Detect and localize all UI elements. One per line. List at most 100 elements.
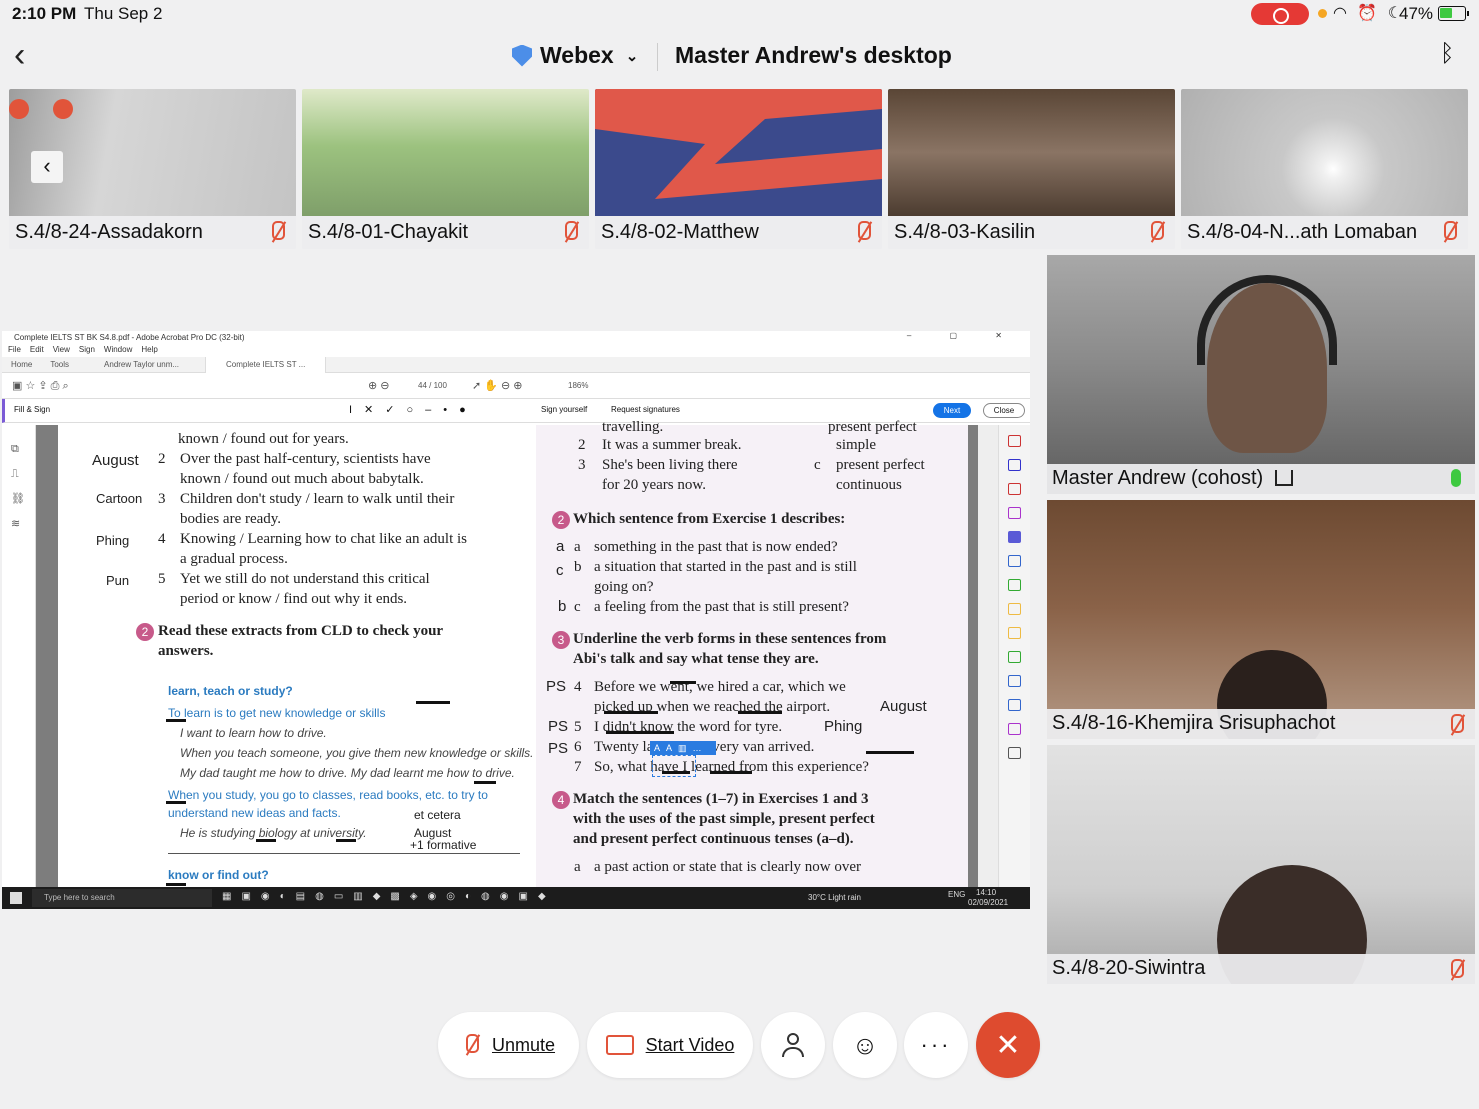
taskbar-time[interactable]: 14:10: [976, 888, 996, 897]
mic-muted-icon: [1440, 221, 1458, 243]
mic-muted-icon: [561, 221, 579, 243]
taskbar-search[interactable]: Type here to search: [32, 889, 212, 907]
strip-prev-button[interactable]: ‹: [31, 151, 63, 183]
menu-view[interactable]: View: [53, 345, 70, 357]
page-indicator[interactable]: 44 / 100: [418, 381, 447, 390]
participant-tile[interactable]: S.4/8-03-Kasilin: [888, 89, 1175, 249]
item-number: 5: [574, 719, 582, 735]
window-controls[interactable]: – ▢ ✕: [907, 331, 1020, 340]
handwritten-note: August: [92, 452, 139, 469]
tool-icon[interactable]: [1008, 483, 1021, 495]
annotation-stroke: [416, 701, 450, 704]
save-icon[interactable]: ▣ ☆ ⇪ ⎙ ⌕: [12, 379, 69, 393]
doc-line: known / found out much about babytalk.: [180, 471, 424, 487]
menu-help[interactable]: Help: [141, 345, 157, 357]
tab-doc-2[interactable]: Complete IELTS ST ...: [205, 356, 327, 373]
acrobat-menu-bar: File Edit View Sign Window Help: [2, 345, 1030, 357]
participant-tile[interactable]: ‹ S.4/8-24-Assadakorn: [9, 89, 296, 249]
page-nav-icons[interactable]: ⊕ ⊖: [368, 379, 390, 392]
tool-icon[interactable]: [1008, 579, 1021, 591]
zoom-level[interactable]: 186%: [568, 381, 588, 390]
menu-edit[interactable]: Edit: [30, 345, 44, 357]
nav-icons[interactable]: ⧉ ⎍ ⛓ ≋: [11, 437, 25, 537]
windows-start-icon[interactable]: [10, 892, 22, 904]
unmute-button[interactable]: Unmute: [438, 1012, 579, 1078]
text-annotation-toolbar[interactable]: AA▥…: [650, 741, 716, 755]
taskbar-app-icons[interactable]: ▦▣◉◐▤◍▭▥◆▩◈◉◎◐◍◉▣◆: [222, 891, 556, 902]
annotation-stroke: [604, 711, 658, 714]
comment-tool-icon[interactable]: [1008, 627, 1021, 639]
leave-meeting-button[interactable]: ✕: [976, 1012, 1040, 1078]
item-number: 6: [574, 739, 582, 755]
participant-video-panel[interactable]: S.4/8-16-Khemjira Srisuphachot: [1047, 500, 1475, 739]
tool-icon[interactable]: [1008, 603, 1021, 615]
participant-tile[interactable]: S.4/8-04-N...ath Lomaban: [1181, 89, 1468, 249]
box-example: My dad taught me how to drive. My dad le…: [180, 766, 515, 780]
participant-strip[interactable]: ‹ S.4/8-24-Assadakorn S.4/8-01-Chayakit …: [0, 89, 1479, 249]
more-options-button[interactable]: ···: [904, 1012, 968, 1078]
close-button[interactable]: Close: [983, 403, 1025, 418]
window-title: Complete IELTS ST BK S4.8.pdf - Adobe Ac…: [14, 333, 245, 342]
fill-sign-tool-icon[interactable]: [1008, 531, 1021, 543]
menu-window[interactable]: Window: [104, 345, 132, 357]
item-number: 4: [574, 679, 582, 695]
tool-icon[interactable]: [1008, 723, 1021, 735]
protect-tool-icon[interactable]: [1008, 675, 1021, 687]
reactions-button[interactable]: ☺: [833, 1012, 897, 1078]
recording-indicator[interactable]: [1251, 3, 1309, 25]
annotation-stroke: [336, 839, 356, 842]
doc-line: present perfect: [836, 457, 925, 473]
tab-doc-1[interactable]: Andrew Taylor unm...: [78, 360, 205, 369]
tool-icon[interactable]: [1008, 435, 1021, 447]
doc-line: a gradual process.: [180, 551, 288, 567]
sign-yourself-button[interactable]: Sign yourself: [541, 405, 587, 414]
webex-menu[interactable]: Webex ⌄: [512, 42, 638, 69]
tool-icon[interactable]: [1008, 555, 1021, 567]
host-video-panel[interactable]: Master Andrew (cohost): [1047, 255, 1475, 494]
taskbar-language[interactable]: ENG: [948, 890, 965, 899]
app-name: Webex: [540, 42, 614, 68]
left-nav-rail[interactable]: ⧉ ⎍ ⛓ ≋: [2, 425, 36, 887]
fill-sign-tools[interactable]: I✕✓○–•●: [349, 403, 478, 416]
taskbar-date[interactable]: 02/09/2021: [968, 898, 1008, 907]
item-number: 3: [158, 491, 166, 507]
smiley-icon: ☺: [851, 1029, 879, 1060]
tool-icon[interactable]: [1008, 459, 1021, 471]
doc-line: known / found out for years.: [178, 431, 349, 447]
option-letter: b: [574, 559, 582, 575]
next-button[interactable]: Next: [933, 403, 971, 418]
pdf-viewport[interactable]: ⧉ ⎍ ⛓ ≋ known / found out for years. August…: [2, 419, 1030, 887]
meeting-header: ‹ Webex ⌄ Master Andrew's desktop ᛒ: [0, 28, 1479, 86]
pdf-page[interactable]: known / found out for years. August 2 Ov…: [58, 419, 968, 887]
right-tools-rail[interactable]: [998, 425, 1030, 887]
participant-video-panel[interactable]: S.4/8-20-Siwintra: [1047, 745, 1475, 984]
participant-name: S.4/8-20-Siwintra: [1052, 957, 1206, 979]
video-feed: [595, 89, 882, 216]
acrobat-toolbar: ▣ ☆ ⇪ ⎙ ⌕ ⊕ ⊖ 44 / 100 ➚ ✋ ⊖ ⊕ 186%: [2, 373, 1030, 399]
tab-tools[interactable]: Tools: [41, 360, 78, 369]
back-chevron-icon[interactable]: ‹: [14, 38, 25, 72]
participant-name: S.4/8-03-Kasilin: [894, 221, 1036, 243]
tool-icon[interactable]: [1008, 507, 1021, 519]
annotation-stroke: [710, 771, 752, 774]
tab-home[interactable]: Home: [2, 360, 41, 369]
tool-icon[interactable]: [1008, 699, 1021, 711]
page-gutter: [968, 425, 978, 887]
scrollbar[interactable]: [978, 425, 998, 887]
shared-screen[interactable]: Complete IELTS ST BK S4.8.pdf - Adobe Ac…: [2, 331, 1030, 909]
select-hand-zoom-icons[interactable]: ➚ ✋ ⊖ ⊕: [472, 379, 523, 392]
exercise-badge: 2: [136, 623, 154, 641]
menu-sign[interactable]: Sign: [79, 345, 95, 357]
tool-icon[interactable]: [1008, 651, 1021, 663]
bluetooth-icon[interactable]: ᛒ: [1440, 40, 1454, 68]
request-signatures-button[interactable]: Request signatures: [611, 405, 680, 414]
menu-file[interactable]: File: [8, 345, 21, 357]
taskbar-weather[interactable]: 30°C Light rain: [808, 893, 861, 902]
share-title: Master Andrew's desktop: [675, 42, 952, 68]
customize-tool-icon[interactable]: [1008, 747, 1021, 759]
participant-tile[interactable]: S.4/8-02-Matthew: [595, 89, 882, 249]
mic-muted-icon: [1447, 959, 1465, 981]
participants-button[interactable]: [761, 1012, 825, 1078]
participant-tile[interactable]: S.4/8-01-Chayakit: [302, 89, 589, 249]
start-video-button[interactable]: Start Video: [587, 1012, 753, 1078]
